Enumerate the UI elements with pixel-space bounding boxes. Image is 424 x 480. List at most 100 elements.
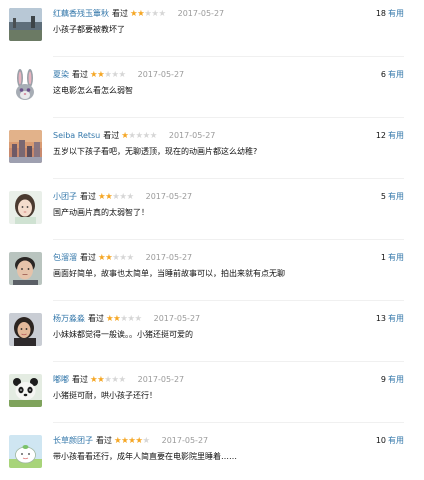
star-icon: ★ [128,131,136,141]
useful-button[interactable]: 有用 [388,436,404,445]
vote-area: 12 有用 [376,130,404,142]
comment-date: 2017-05-27 [177,9,225,18]
girl-avatar[interactable] [9,191,42,224]
username-link[interactable]: 包溜溜 [53,253,77,262]
comment-text: 小猪挺可耐，哄小孩子还行！ [53,391,157,400]
comment-meta: 小团子 看过 ★★★★★ 2017-05-27 [53,191,192,203]
star-icon: ★ [149,131,158,141]
rating-stars: ★★★★★ [114,435,150,447]
star-icon: ★ [158,9,167,19]
useful-button[interactable]: 有用 [388,314,404,323]
bunny-avatar[interactable] [9,69,42,102]
comment-item: 包溜溜 看过 ★★★★★ 2017-05-27 1 有用画面好简单，故事也太简单，当睡前故… [0,244,424,305]
watched-status: 看过 [72,375,88,384]
comment-divider [53,56,404,57]
comment-item: 小团子 看过 ★★★★★ 2017-05-27 5 有用国产动画片真的太弱智了！ [0,183,424,244]
rating-stars: ★★★★★ [106,313,142,325]
vote-area: 6 有用 [381,69,404,81]
vote-area: 18 有用 [376,8,404,20]
comment-text: 小妹妹都觉得一般诶。。小猪还挺可爱的 [53,330,193,339]
username-link[interactable]: Seiba Retsu [53,131,100,140]
star-icon: ★ [111,375,119,385]
useful-button[interactable]: 有用 [388,70,404,79]
useful-button[interactable]: 有用 [388,375,404,384]
rating-stars: ★★★★★ [121,130,157,142]
vote-count: 1 [380,253,386,262]
comment-meta: 红藕香残玉簟秋 看过 ★★★★★ 2017-05-27 [53,8,224,20]
watched-status: 看过 [88,314,104,323]
man-avatar[interactable] [9,252,42,285]
watched-status: 看过 [72,70,88,79]
city-avatar[interactable] [9,130,42,163]
comment-date: 2017-05-27 [145,253,193,262]
woman-avatar[interactable] [9,313,42,346]
comment-date: 2017-05-27 [137,70,185,79]
star-icon: ★ [118,70,127,80]
comment-divider [53,178,404,179]
username-link[interactable]: 长草颜团子 [53,436,93,445]
comment-meta: 嘟嘟 看过 ★★★★★ 2017-05-27 [53,374,184,386]
star-icon: ★ [142,131,151,141]
username-link[interactable]: 嘟嘟 [53,375,69,384]
vote-count: 6 [380,70,386,79]
comment-meta: 包溜溜 看过 ★★★★★ 2017-05-27 [53,252,192,264]
watched-status: 看过 [96,436,112,445]
useful-button[interactable]: 有用 [388,9,404,18]
vote-count: 10 [375,436,386,445]
comment-divider [53,239,404,240]
vote-area: 9 有用 [381,374,404,386]
comment-date: 2017-05-27 [137,375,185,384]
username-link[interactable]: 小团子 [53,192,77,201]
comment-date: 2017-05-27 [168,131,216,140]
comment-date: 2017-05-27 [161,436,209,445]
star-icon: ★ [151,9,159,19]
star-icon: ★ [142,436,151,446]
star-icon: ★ [119,192,127,202]
vote-count: 12 [375,131,386,140]
star-icon: ★ [111,70,119,80]
rating-stars: ★★★★★ [98,252,134,264]
rating-stars: ★★★★★ [90,69,126,81]
comment-date: 2017-05-27 [153,314,201,323]
comment-item: Seiba Retsu 看过 ★★★★★ 2017-05-27 12 有用五岁以下孩子看吧… [0,122,424,183]
panda-avatar[interactable] [9,374,42,407]
vote-count: 9 [380,375,386,384]
rating-stars: ★★★★★ [130,8,166,20]
watched-status: 看过 [80,253,96,262]
comment-text: 小孩子都要被教坏了 [53,25,125,34]
comment-item: 长草颜团子 看过 ★★★★★ 2017-05-27 10 有用 带小孩看看还行，成年人简直要… [0,427,424,480]
star-icon: ★ [134,314,143,324]
vote-count: 13 [375,314,386,323]
comment-meta: 夏染 看过 ★★★★★ 2017-05-27 [53,69,184,81]
star-icon: ★ [126,253,135,263]
comment-item: 杨万淼淼 看过 ★★★★★ 2017-05-27 13 有用小妹妹都觉得一般诶。。小猪还挺… [0,305,424,366]
username-link[interactable]: 杨万淼淼 [53,314,85,323]
useful-button[interactable]: 有用 [388,131,404,140]
username-link[interactable]: 红藕香残玉簟秋 [53,9,109,18]
rating-stars: ★★★★★ [98,191,134,203]
star-icon: ★ [135,131,144,141]
rating-stars: ★★★★★ [90,374,126,386]
vote-area: 13 有用 [376,313,404,325]
star-icon: ★ [127,314,135,324]
comment-text: 画面好简单，故事也太简单，当睡前故事可以，拍出来就有点无聊 [53,269,285,278]
comment-text: 国产动画片真的太弱智了！ [53,208,149,217]
comment-item: 红藕香残玉簟秋 看过 ★★★★★ 2017-05-27 18 有用小孩子都要被教坏了 [0,0,424,61]
comment-divider [53,422,404,423]
comment-text: 五岁以下孩子看吧，无聊透顶，现在的动画片都这么幼稚? [53,147,258,156]
username-link[interactable]: 夏染 [53,70,69,79]
comment-text: 这电影怎么看怎么弱智 [53,86,133,95]
comment-item: 嘟嘟 看过 ★★★★★ 2017-05-27 9 有用小猪挺可耐，哄小孩子还行！ [0,366,424,427]
cartoon-avatar[interactable] [9,435,42,468]
watched-status: 看过 [112,9,128,18]
vote-area: 10 有用 [376,435,404,447]
landscape-avatar[interactable] [9,8,42,41]
watched-status: 看过 [103,131,120,140]
vote-area: 5 有用 [381,191,404,203]
useful-button[interactable]: 有用 [388,192,404,201]
comment-date: 2017-05-27 [145,192,193,201]
useful-button[interactable]: 有用 [388,253,404,262]
star-icon: ★ [135,436,143,446]
star-icon: ★ [119,253,127,263]
watched-status: 看过 [80,192,96,201]
